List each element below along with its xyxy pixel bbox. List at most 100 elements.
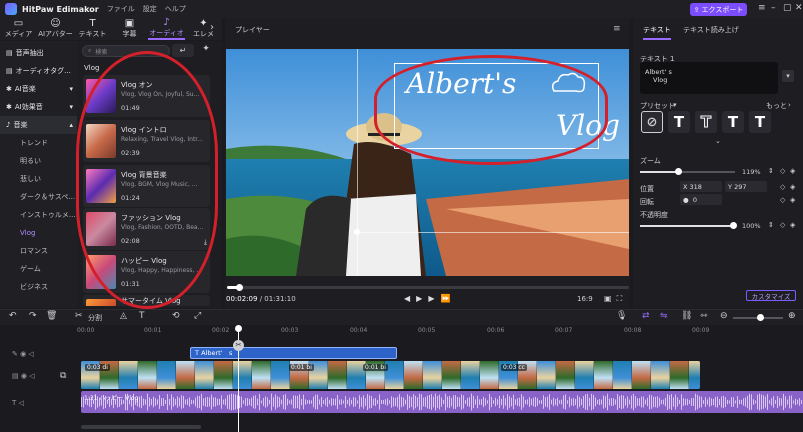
player-menu-icon[interactable]: ≡ (613, 24, 621, 34)
minimize-icon[interactable]: – (771, 3, 776, 13)
freeze-icon[interactable]: ⟲ (172, 311, 180, 321)
mic-icon[interactable]: 🎙 (616, 311, 627, 321)
tab-text[interactable]: T テキスト (74, 18, 111, 40)
chevron-right-icon[interactable]: › (788, 101, 791, 109)
waveform-bar (767, 394, 768, 410)
sidebar-item-ai-music[interactable]: ✱ AI音楽 ▾ (0, 80, 77, 98)
text-clip[interactable]: T Albert' s (190, 347, 397, 359)
sidebar-item-audio-tag[interactable]: ▤ オーディオタグ... (0, 62, 77, 80)
sidebar-item-music[interactable]: ♪ 音楽 ▴ (0, 116, 77, 134)
video-clip[interactable]: 0:03 di 0:01 bi 0:01 bi 0:03 cc (81, 361, 700, 389)
zoom-slider-knob[interactable] (675, 168, 682, 175)
position-y-field[interactable]: Y 297 (725, 181, 767, 192)
zoom-in-icon[interactable]: ⊕ (788, 311, 796, 321)
chevron-down-icon[interactable]: ▾ (782, 70, 794, 82)
prev-frame-icon[interactable]: ◀ (404, 294, 416, 303)
customize-button[interactable]: カスタマイズ (746, 290, 796, 301)
opacity-value[interactable]: 100% (742, 222, 761, 230)
rotation-field[interactable]: ● 0 (680, 194, 722, 205)
fast-forward-icon[interactable]: ⏩ (440, 294, 456, 303)
next-icon[interactable]: ▶ (428, 294, 440, 303)
crop-icon[interactable]: ⤢ (194, 311, 201, 321)
sidebar-subitem-romance[interactable]: ロマンス (0, 242, 77, 260)
tabs-scroll-right-icon[interactable]: › (210, 22, 214, 33)
magnet-icon[interactable]: ⇄ (642, 311, 650, 321)
menu-icon[interactable]: ≡ (758, 3, 766, 13)
reset-icon[interactable]: ◈ (790, 196, 795, 204)
tab-tts[interactable]: テキスト読み上げ (683, 25, 739, 35)
aspect-ratio-select[interactable]: 16:9 (577, 295, 593, 303)
split-label[interactable]: 分割 (88, 313, 102, 323)
delete-icon[interactable]: 🗑 (46, 311, 57, 321)
reset-icon[interactable]: ◈ (790, 167, 795, 175)
zoom-stepper-icon[interactable]: ⇕ (768, 167, 774, 175)
keyframe-icon[interactable]: ◇ (780, 183, 785, 191)
zoom-out-icon[interactable]: ⊖ (720, 311, 728, 321)
preset-dropdown-icon[interactable]: ▾ (673, 101, 677, 109)
sidebar-item-audio-extract[interactable]: ▤ 音声抽出 (0, 44, 77, 62)
tab-media[interactable]: ▭ メディア (0, 18, 37, 40)
opacity-slider-knob[interactable] (730, 222, 737, 229)
keyframe-icon[interactable]: ◇ (780, 167, 785, 175)
sidebar-subitem-game[interactable]: ゲーム (0, 260, 77, 278)
reset-icon[interactable]: ◈ (790, 221, 795, 229)
guide-handle[interactable] (354, 229, 360, 235)
timeline-zoom-knob[interactable] (757, 314, 764, 321)
audio-clip[interactable] (81, 391, 803, 413)
menu-file[interactable]: ファイル (107, 4, 135, 14)
play-icon[interactable]: ▶ (416, 294, 428, 303)
fullscreen-icon[interactable]: ⛶ (617, 294, 628, 303)
sidebar-subitem-trend[interactable]: トレンド (0, 134, 77, 152)
progress-knob[interactable] (236, 284, 243, 291)
undo-icon[interactable]: ↶ (9, 311, 17, 321)
expand-presets-icon[interactable]: ⌄ (715, 137, 721, 145)
sidebar-subitem-dark[interactable]: ダーク＆サスペ... (0, 188, 77, 206)
enter-search-button[interactable]: ↵ (172, 44, 194, 57)
ai-sparkle-icon[interactable]: ✦ (198, 44, 214, 57)
tab-subtitle[interactable]: ▣ 字幕 (111, 18, 148, 40)
sidebar-subitem-business[interactable]: ビジネス (0, 278, 77, 296)
sidebar-subitem-vlog[interactable]: Vlog (0, 224, 77, 242)
zoom-value[interactable]: 119% (742, 168, 761, 176)
link-icon[interactable]: ⇋ (660, 311, 668, 321)
tab-audio[interactable]: ♪ オーディオ (148, 18, 185, 40)
menu-settings[interactable]: 設定 (143, 4, 157, 14)
text-content-field[interactable]: Albert' s Vlog (640, 62, 778, 94)
maximize-icon[interactable]: ▢ (783, 3, 792, 13)
waveform-bar (221, 395, 222, 409)
playhead-handle[interactable] (235, 325, 242, 332)
sidebar-item-ai-sfx[interactable]: ✱ AI効果音 ▾ (0, 98, 77, 116)
tab-element[interactable]: ✦ エレメ (185, 18, 222, 40)
preset-style-4[interactable]: T (749, 111, 771, 133)
preset-style-2[interactable]: T (695, 111, 717, 133)
tab-ai-avatar[interactable]: ☺ AIアバター (37, 18, 74, 40)
replace-media-icon[interactable]: ⧉ (60, 371, 66, 381)
more-link[interactable]: もっと (766, 101, 787, 111)
keyframe-icon[interactable]: ◇ (780, 221, 785, 229)
mask-icon[interactable]: ◬ (120, 311, 127, 321)
opacity-stepper-icon[interactable]: ⇕ (768, 221, 774, 229)
waveform-bar (799, 398, 800, 406)
preset-style-3[interactable]: T (722, 111, 744, 133)
sidebar-subitem-sad[interactable]: 悲しい (0, 170, 77, 188)
reset-icon[interactable]: ◈ (790, 183, 795, 191)
timeline-scrollbar[interactable] (81, 425, 201, 429)
chain-icon[interactable]: ⛓ (681, 311, 692, 321)
keyframe-icon[interactable]: ◇ (780, 196, 785, 204)
preset-none[interactable]: ⊘ (641, 111, 663, 133)
position-x-field[interactable]: X 318 (680, 181, 722, 192)
close-icon[interactable]: ✕ (795, 3, 803, 13)
snapshot-icon[interactable]: ▣ (604, 294, 617, 303)
tab-text-props[interactable]: テキスト (643, 25, 671, 40)
redo-icon[interactable]: ↷ (29, 311, 37, 321)
fit-icon[interactable]: ⇿ (700, 311, 708, 321)
scissors-icon[interactable]: ✂ (233, 340, 244, 351)
export-button[interactable]: ⇪ エクスポート (690, 3, 747, 16)
sidebar-subitem-instrumental[interactable]: インストゥルメ... (0, 206, 77, 224)
text-tool-icon[interactable]: T (139, 311, 145, 321)
sidebar-subitem-bright[interactable]: 明るい (0, 152, 77, 170)
playback-progress[interactable] (227, 286, 629, 289)
menu-help[interactable]: ヘルプ (165, 4, 186, 14)
split-icon[interactable]: ✂ (75, 311, 83, 321)
preset-style-1[interactable]: T (668, 111, 690, 133)
